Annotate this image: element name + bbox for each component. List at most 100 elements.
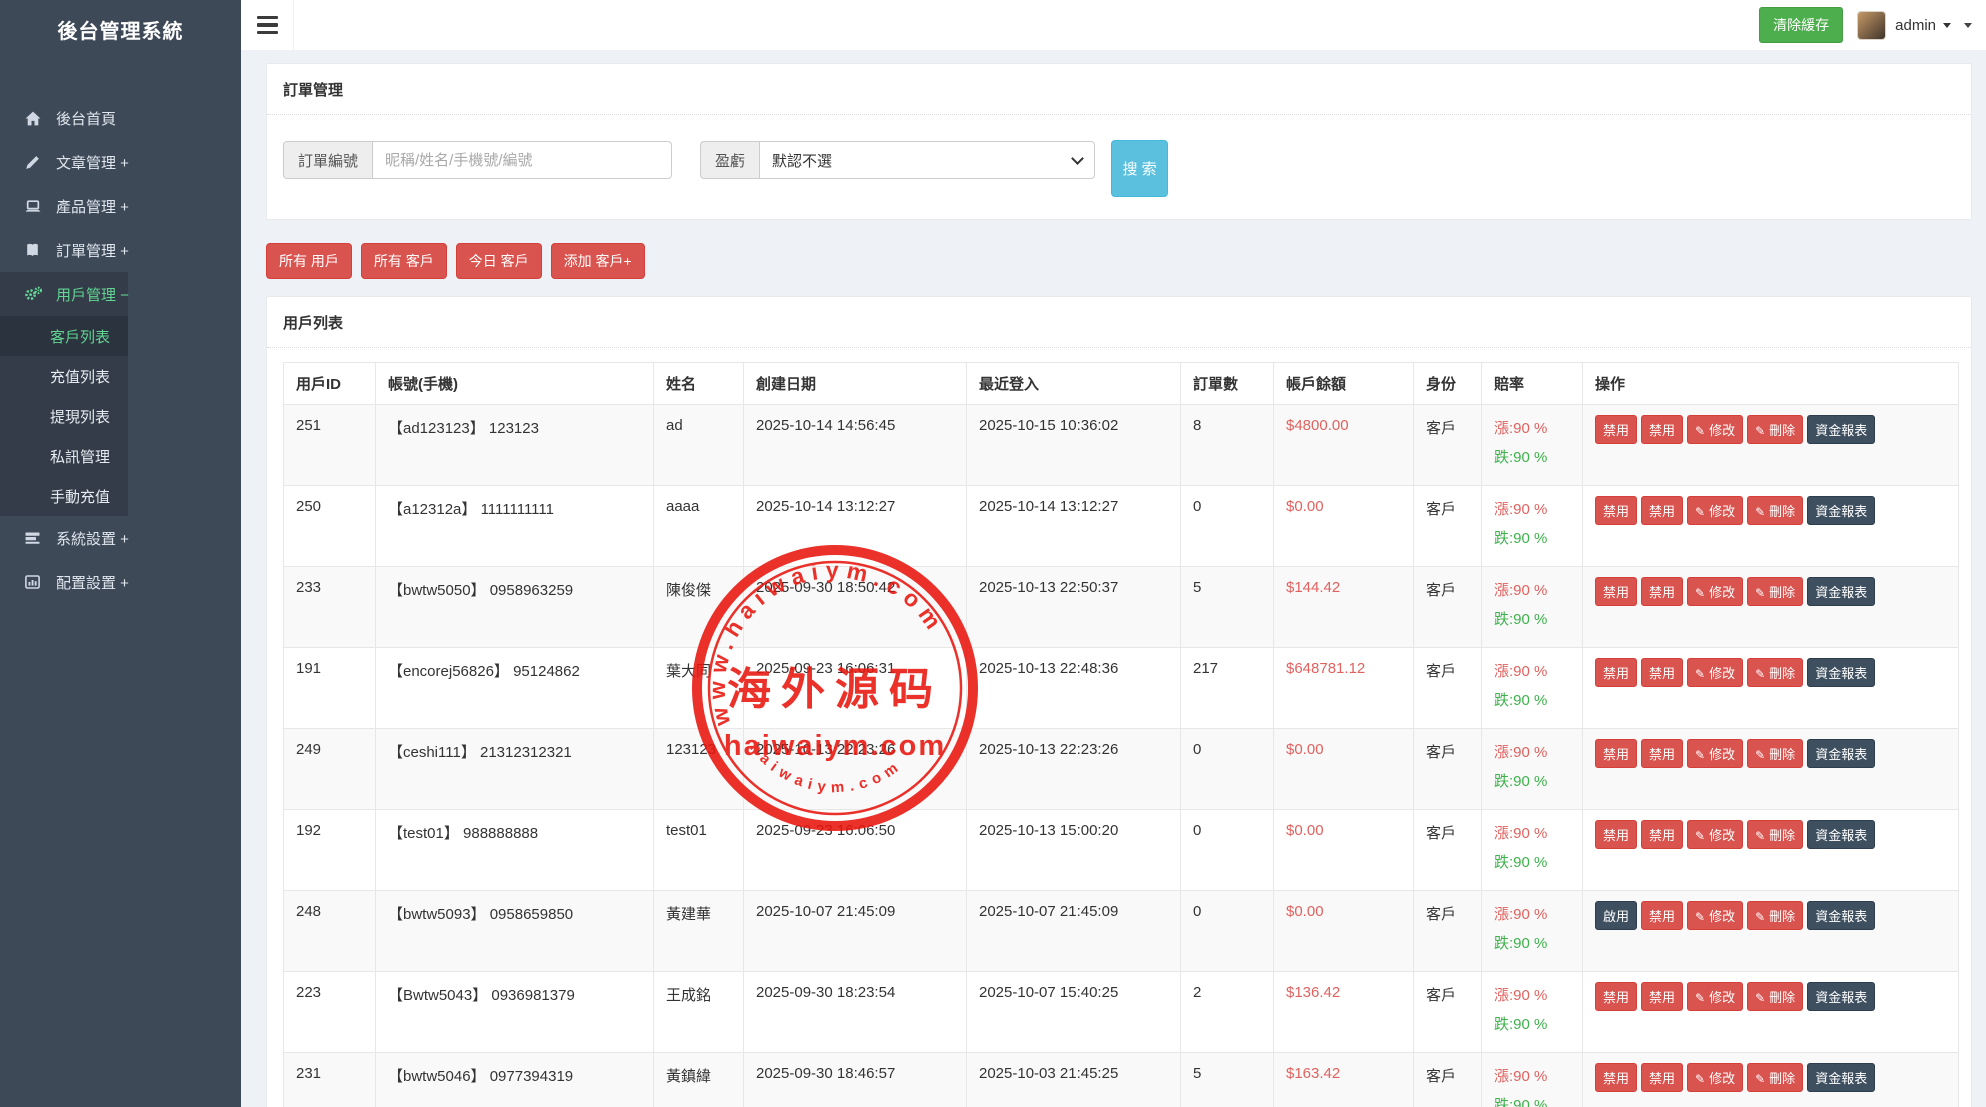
disable-button[interactable]: 禁用	[1641, 496, 1683, 525]
disable-button[interactable]: 禁用	[1641, 577, 1683, 606]
sidebar-item-label: 用戶管理 −	[56, 284, 129, 305]
enable-button[interactable]: 啟用	[1595, 901, 1637, 930]
sidebar-item-label: 產品管理 +	[56, 196, 129, 217]
user-table: 用戶ID 帳號(手機) 姓名 創建日期 最近登入 訂單數 帳戶餘額 身份 賠率 …	[283, 362, 1959, 1107]
fund-report-button[interactable]: 資金報表	[1807, 496, 1875, 525]
delete-button[interactable]: ✎刪除	[1747, 415, 1803, 444]
delete-button[interactable]: ✎刪除	[1747, 739, 1803, 768]
keyword-input[interactable]	[372, 141, 672, 179]
rate-down-label: 跌:90 %	[1494, 1094, 1570, 1107]
disable-button[interactable]: 禁用	[1641, 901, 1683, 930]
profit-select[interactable]: 默認不選	[759, 141, 1095, 179]
fund-report-button[interactable]: 資金報表	[1807, 415, 1875, 444]
cell-name: 123123	[654, 729, 744, 810]
sidebar-item-orders[interactable]: 訂單管理 +	[0, 228, 241, 272]
rate-up-label: 漲:90 %	[1494, 741, 1570, 762]
order-management-panel: 訂單管理 訂單編號 盈虧 默認不選 搜 索	[266, 63, 1972, 220]
all-users-button[interactable]: 所有 用戶	[266, 243, 352, 279]
sidebar-item-users[interactable]: 用戶管理 −	[0, 272, 241, 316]
panel-title: 訂單管理	[267, 64, 1971, 115]
delete-button[interactable]: ✎刪除	[1747, 658, 1803, 687]
disable-button[interactable]: 禁用	[1595, 658, 1637, 687]
delete-button[interactable]: ✎刪除	[1747, 1063, 1803, 1092]
delete-button[interactable]: ✎刪除	[1747, 577, 1803, 606]
disable-button[interactable]: 禁用	[1595, 496, 1637, 525]
edit-button[interactable]: ✎修改	[1687, 982, 1743, 1011]
chevron-down-icon	[1071, 152, 1084, 165]
add-customer-button[interactable]: 添加 客戶+	[551, 243, 645, 279]
caret-down-icon[interactable]	[1943, 23, 1951, 28]
avatar[interactable]	[1857, 11, 1886, 40]
fund-report-button[interactable]: 資金報表	[1807, 901, 1875, 930]
cell-orders: 0	[1181, 486, 1274, 567]
sidebar-subitem-withdraw-list[interactable]: 提現列表	[0, 396, 241, 436]
username-label[interactable]: admin	[1895, 17, 1936, 34]
rate-up-label: 漲:90 %	[1494, 498, 1570, 519]
cell-role: 客戶	[1414, 567, 1482, 648]
fund-report-button[interactable]: 資金報表	[1807, 982, 1875, 1011]
sidebar-subitem-manual-recharge[interactable]: 手動充值	[0, 476, 241, 516]
sidebar: 後台管理系統 後台首頁 文章管理 + 產品管理 + 訂單管理 +	[0, 0, 241, 1107]
user-table-body: 251 【ad123123】 123123 ad 2025-10-14 14:5…	[284, 405, 1959, 1107]
fund-report-button[interactable]: 資金報表	[1807, 820, 1875, 849]
edit-button[interactable]: ✎修改	[1687, 820, 1743, 849]
user-toolbar: 所有 用戶 所有 客戶 今日 客戶 添加 客戶+	[266, 243, 1972, 279]
disable-button[interactable]: 禁用	[1595, 982, 1637, 1011]
disable-button[interactable]: 禁用	[1641, 1063, 1683, 1092]
cell-user-id: 250	[284, 486, 376, 567]
edit-button[interactable]: ✎修改	[1687, 577, 1743, 606]
cell-orders: 2	[1181, 972, 1274, 1053]
disable-button[interactable]: 禁用	[1641, 982, 1683, 1011]
search-button[interactable]: 搜 索	[1111, 140, 1168, 197]
delete-button[interactable]: ✎刪除	[1747, 901, 1803, 930]
disable-button[interactable]: 禁用	[1595, 577, 1637, 606]
fund-report-button[interactable]: 資金報表	[1807, 1063, 1875, 1092]
disable-button[interactable]: 禁用	[1641, 739, 1683, 768]
cell-rate: 漲:90 % 跌:90 %	[1482, 486, 1583, 567]
order-no-group: 訂單編號	[283, 141, 672, 179]
sidebar-subitem-customer-list[interactable]: 客戶列表	[0, 316, 241, 356]
rate-down-label: 跌:90 %	[1494, 527, 1570, 548]
cell-name: ad	[654, 405, 744, 486]
disable-button[interactable]: 禁用	[1595, 1063, 1637, 1092]
disable-button[interactable]: 禁用	[1595, 820, 1637, 849]
fund-report-button[interactable]: 資金報表	[1807, 577, 1875, 606]
disable-button[interactable]: 禁用	[1595, 739, 1637, 768]
all-customers-button[interactable]: 所有 客戶	[361, 243, 447, 279]
disable-button[interactable]: 禁用	[1641, 820, 1683, 849]
sidebar-subitem-recharge-list[interactable]: 充值列表	[0, 356, 241, 396]
edit-button[interactable]: ✎修改	[1687, 658, 1743, 687]
disable-button[interactable]: 禁用	[1641, 415, 1683, 444]
fund-report-button[interactable]: 資金報表	[1807, 739, 1875, 768]
delete-button[interactable]: ✎刪除	[1747, 820, 1803, 849]
sidebar-item-system-settings[interactable]: 系統設置 +	[0, 516, 241, 560]
edit-button[interactable]: ✎修改	[1687, 901, 1743, 930]
disable-button[interactable]: 禁用	[1641, 658, 1683, 687]
delete-button[interactable]: ✎刪除	[1747, 496, 1803, 525]
today-customers-button[interactable]: 今日 客戶	[456, 243, 542, 279]
cell-last-login: 2025-10-13 22:48:36	[967, 648, 1181, 729]
edit-button[interactable]: ✎修改	[1687, 1063, 1743, 1092]
cell-balance: $0.00	[1274, 891, 1414, 972]
pencil-icon: ✎	[1695, 991, 1705, 1005]
disable-button[interactable]: 禁用	[1595, 415, 1637, 444]
delete-button[interactable]: ✎刪除	[1747, 982, 1803, 1011]
panel-title: 用戶列表	[267, 297, 1971, 348]
sidebar-subitem-label: 私訊管理	[50, 446, 110, 467]
cell-account: 【bwtw5093】 0958659850	[376, 891, 654, 972]
edit-button[interactable]: ✎修改	[1687, 415, 1743, 444]
sidebar-subitem-private-message[interactable]: 私訊管理	[0, 436, 241, 476]
edit-button[interactable]: ✎修改	[1687, 496, 1743, 525]
sidebar-item-articles[interactable]: 文章管理 +	[0, 140, 241, 184]
rate-up-label: 漲:90 %	[1494, 660, 1570, 681]
caret-down-icon[interactable]	[1964, 23, 1972, 28]
user-table-wrap: 用戶ID 帳號(手機) 姓名 創建日期 最近登入 訂單數 帳戶餘額 身份 賠率 …	[267, 348, 1971, 1107]
fund-report-button[interactable]: 資金報表	[1807, 658, 1875, 687]
cell-account: 【bwtw5050】 0958963259	[376, 567, 654, 648]
menu-toggle-button[interactable]	[241, 0, 294, 50]
sidebar-item-products[interactable]: 產品管理 +	[0, 184, 241, 228]
edit-button[interactable]: ✎修改	[1687, 739, 1743, 768]
sidebar-item-home[interactable]: 後台首頁	[0, 96, 241, 140]
clear-cache-button[interactable]: 清除緩存	[1759, 7, 1843, 43]
sidebar-item-config-settings[interactable]: 配置設置 +	[0, 560, 241, 604]
